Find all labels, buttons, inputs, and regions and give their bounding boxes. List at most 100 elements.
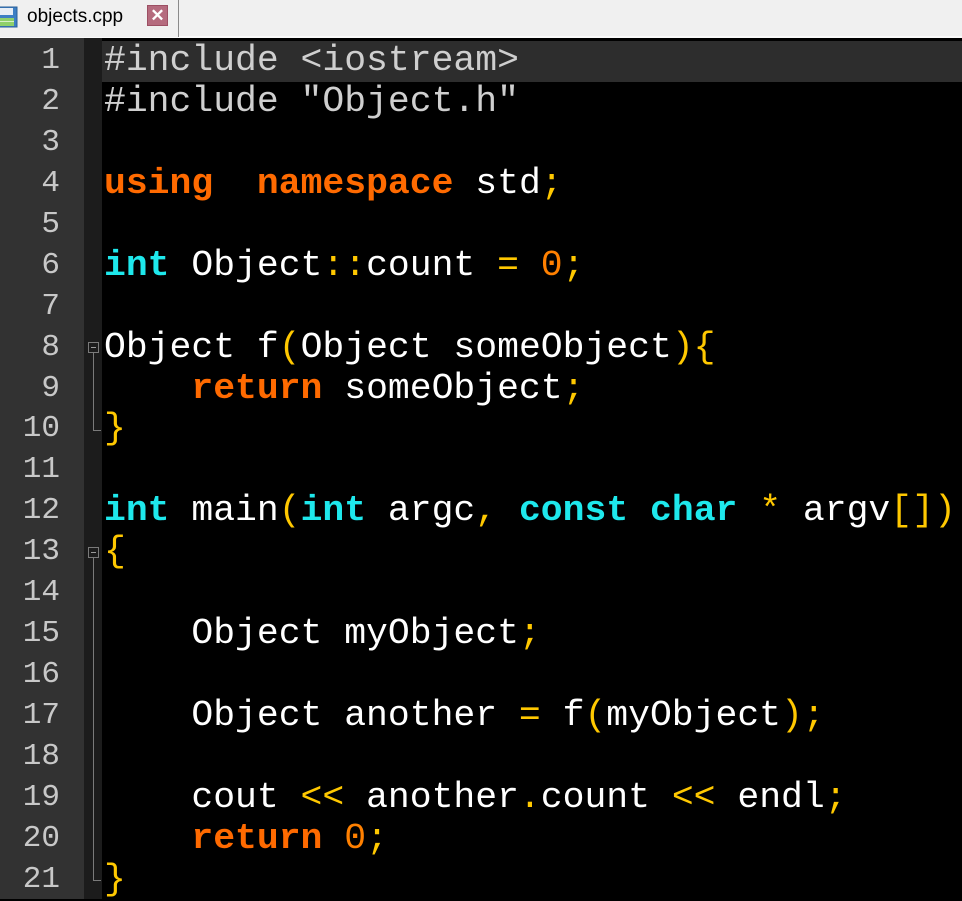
identifier-token xyxy=(104,818,191,859)
operator-token: = xyxy=(497,244,519,286)
operator-token: , xyxy=(475,490,498,532)
fold-end-marker xyxy=(93,430,101,432)
identifier-token xyxy=(497,490,519,531)
operator-token: << xyxy=(671,776,716,818)
code-line[interactable]: 16 xyxy=(0,655,962,696)
operator-token: ( xyxy=(278,326,301,368)
line-code: int main(int argc, const char * argv[]) xyxy=(102,491,962,532)
identifier-token: argv xyxy=(781,490,891,532)
code-line[interactable]: 3 xyxy=(0,123,962,164)
line-code: { xyxy=(102,532,962,573)
operator-token: ; xyxy=(518,613,541,655)
operator-token: ( xyxy=(278,490,301,532)
line-number: 3 xyxy=(41,124,60,160)
code-line[interactable]: 19 cout << another.count << endl; xyxy=(0,776,962,819)
operator-token: ; xyxy=(366,817,388,859)
code-line[interactable]: 2 #include "Object.h" xyxy=(0,81,962,123)
line-code: #include "Object.h" xyxy=(102,81,962,123)
identifier-token: Object another xyxy=(104,695,519,736)
line-number: 2 xyxy=(41,83,60,119)
identifier-token: someObject xyxy=(322,367,563,409)
operator-token: ) xyxy=(671,326,694,368)
line-number: 18 xyxy=(22,738,60,774)
line-code: } xyxy=(102,859,962,901)
operator-token: ) xyxy=(781,695,803,736)
identifier-token: cout xyxy=(104,776,301,818)
code-line[interactable]: 21} xyxy=(0,859,962,901)
tab-objects-cpp[interactable]: objects.cpp ✕ xyxy=(0,0,179,37)
identifier-token: count xyxy=(540,776,672,818)
line-code: using namespace std; xyxy=(102,162,962,205)
keyword-token: return xyxy=(191,367,323,409)
code-line[interactable]: 11 xyxy=(0,450,962,491)
identifier-token xyxy=(213,163,257,204)
tab-bar: objects.cpp ✕ xyxy=(0,0,962,38)
line-number: 4 xyxy=(41,165,60,201)
code-line[interactable]: 20 return 0; xyxy=(0,817,962,860)
code-line[interactable]: 17 Object another = f(myObject); xyxy=(0,696,962,737)
code-line[interactable]: 6 int Object::count = 0; xyxy=(0,244,962,287)
fold-collapse-icon[interactable] xyxy=(88,546,99,558)
preprocessor-token: #include <iostream> xyxy=(104,40,519,81)
fold-end-marker xyxy=(93,880,101,882)
fold-collapse-icon[interactable] xyxy=(88,342,99,354)
line-code: return 0; xyxy=(102,817,962,860)
code-line[interactable]: 4 using namespace std; xyxy=(0,162,962,205)
identifier-token xyxy=(322,818,344,859)
line-number: 9 xyxy=(41,370,60,406)
operator-token: } xyxy=(104,408,126,450)
code-line[interactable]: 12 int main(int argc, const char * argv[]… xyxy=(0,491,962,532)
type-token: int xyxy=(104,490,170,532)
line-number: 8 xyxy=(41,329,60,365)
identifier-token xyxy=(628,490,650,531)
identifier-token xyxy=(104,368,191,409)
identifier-token: std xyxy=(453,162,541,204)
line-code: int Object::count = 0; xyxy=(102,244,962,287)
number-token: 0 xyxy=(344,817,367,859)
operator-token: ; xyxy=(824,776,847,818)
code-editor[interactable]: 1 #include <iostream> 2 #include "Object.h"… xyxy=(0,38,962,899)
identifier-token: f xyxy=(540,695,585,736)
identifier-token: Object f xyxy=(104,326,279,368)
code-line[interactable]: 9 return someObject; xyxy=(0,367,962,410)
floppy-disk-icon xyxy=(0,6,18,28)
keyword-token: using xyxy=(104,162,214,204)
line-number: 17 xyxy=(22,698,60,733)
type-token: int xyxy=(104,244,170,286)
number-token: 0 xyxy=(540,244,563,286)
operator-token: { xyxy=(104,531,126,573)
line-code: } xyxy=(102,409,962,450)
operator-token: []) xyxy=(890,490,956,532)
line-code: return someObject; xyxy=(102,367,962,410)
code-line[interactable]: 18 xyxy=(0,737,962,778)
line-code: cout << another.count << endl; xyxy=(102,776,962,819)
operator-token: ; xyxy=(562,367,585,409)
line-number: 11 xyxy=(22,452,60,488)
line-code: Object another = f(myObject); xyxy=(102,696,962,737)
code-line[interactable]: 1 #include <iostream> xyxy=(0,41,962,82)
code-line[interactable]: 7 xyxy=(0,287,962,328)
line-number: 13 xyxy=(22,534,60,570)
code-line[interactable]: 14 xyxy=(0,573,962,614)
code-line[interactable]: 15 Object myObject; xyxy=(0,614,962,655)
identifier-token: count xyxy=(366,244,498,286)
operator-token: ; xyxy=(562,244,585,286)
line-number: 14 xyxy=(22,575,60,611)
code-line[interactable]: 5 xyxy=(0,205,962,246)
code-line[interactable]: 10} xyxy=(0,409,962,450)
close-icon[interactable]: ✕ xyxy=(147,5,168,26)
keyword-token: namespace xyxy=(256,162,454,204)
line-code: #include <iostream> xyxy=(102,41,962,82)
operator-token: ( xyxy=(584,695,607,736)
identifier-token: another xyxy=(344,776,519,818)
type-token: int xyxy=(300,490,367,532)
identifier-token: Object myObject xyxy=(104,613,519,655)
code-line[interactable]: 8 Object f(Object someObject){ xyxy=(0,326,962,369)
code-line[interactable]: 13 { xyxy=(0,532,962,573)
identifier-token xyxy=(519,245,541,286)
fold-range-line xyxy=(93,557,94,881)
